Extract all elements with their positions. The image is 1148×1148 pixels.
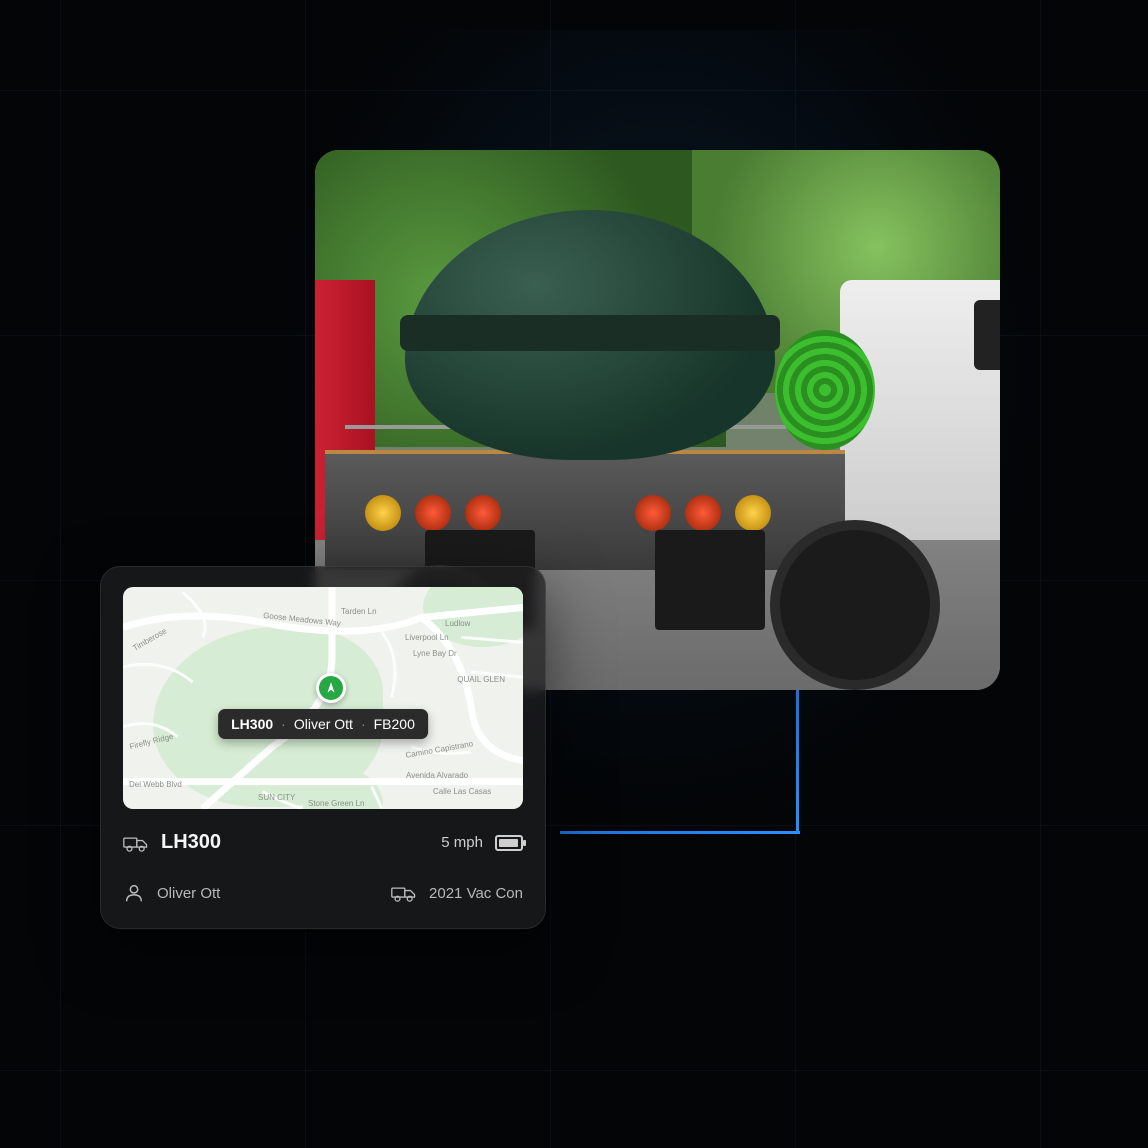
accent-line-vertical bbox=[796, 688, 799, 834]
map-label: Ludlow bbox=[445, 619, 470, 628]
map-label: QUAIL GLEN bbox=[457, 675, 505, 684]
vehicle-pin-tooltip[interactable]: LH300 · Oliver Ott · FB200 bbox=[218, 709, 428, 739]
map-label: SUN CITY bbox=[258, 793, 295, 802]
map-label: Del Webb Blvd bbox=[129, 780, 182, 789]
tooltip-driver: Oliver Ott bbox=[294, 716, 353, 732]
vehicle-speed: 5 mph bbox=[441, 834, 483, 851]
map-label: Lyne Bay Dr bbox=[413, 649, 457, 658]
vehicle-location-pin[interactable] bbox=[316, 673, 346, 703]
vehicle-model: 2021 Vac Con bbox=[429, 885, 523, 902]
battery-icon bbox=[495, 835, 523, 851]
navigation-arrow-icon bbox=[324, 681, 338, 695]
map-label: Avenida Alvarado bbox=[406, 771, 468, 780]
map-label: Liverpool Ln bbox=[405, 633, 449, 642]
map-label: Calle Las Casas bbox=[433, 787, 491, 796]
tooltip-tag: FB200 bbox=[374, 716, 415, 732]
truck-icon bbox=[123, 832, 149, 854]
card-primary-row: LH300 5 mph bbox=[123, 831, 523, 854]
map-view[interactable]: SUN CITY QUAIL GLEN Firefly Ridge Del We… bbox=[123, 587, 523, 809]
map-label: Tarden Ln bbox=[341, 607, 377, 616]
map-label: Stone Green Ln bbox=[308, 799, 364, 808]
accent-line-horizontal bbox=[560, 831, 800, 834]
tooltip-vehicle-id: LH300 bbox=[231, 716, 273, 732]
vehicle-tracking-card: SUN CITY QUAIL GLEN Firefly Ridge Del We… bbox=[100, 566, 546, 929]
card-secondary-row: Oliver Ott 2021 Vac Con bbox=[123, 882, 523, 904]
driver-name: Oliver Ott bbox=[157, 885, 220, 902]
vehicle-id: LH300 bbox=[161, 831, 221, 854]
truck-icon bbox=[391, 882, 417, 904]
person-icon bbox=[123, 882, 145, 904]
